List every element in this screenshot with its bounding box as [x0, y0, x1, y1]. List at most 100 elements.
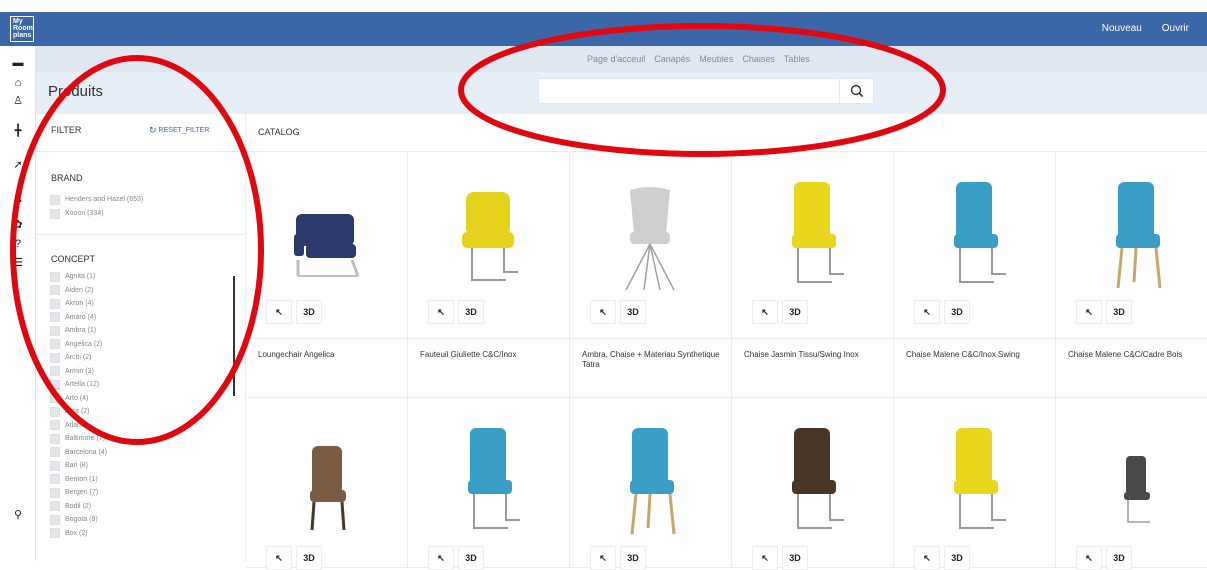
- concept-filter-option[interactable]: Atlanta: [50, 420, 87, 431]
- help-icon[interactable]: ?: [11, 237, 25, 251]
- checkbox[interactable]: [50, 298, 60, 309]
- checkbox[interactable]: [50, 487, 60, 498]
- product-name[interactable]: Loungechair Angelica: [258, 350, 403, 360]
- product-card[interactable]: ↖ 3D: [1056, 398, 1207, 570]
- product-card[interactable]: ↖ 3D Chaise Malene C&C/Inox Swing: [894, 152, 1056, 398]
- concept-filter-option[interactable]: Benton (1): [50, 474, 98, 485]
- product-image[interactable]: [1076, 172, 1196, 292]
- magic-wand-button[interactable]: ↖: [752, 546, 778, 570]
- checkbox[interactable]: [50, 501, 60, 511]
- concept-filter-option[interactable]: Arto (4): [50, 393, 88, 404]
- filter-scrollbar[interactable]: [233, 276, 235, 396]
- product-name[interactable]: Fauteuil Giuliette C&C/Inox: [420, 350, 565, 360]
- new-button[interactable]: Nouveau: [1102, 23, 1142, 34]
- magic-wand-button[interactable]: ↖: [428, 300, 454, 324]
- three-d-button[interactable]: 3D: [1106, 300, 1132, 324]
- magic-wand-button[interactable]: ↖: [914, 300, 940, 324]
- concept-filter-option[interactable]: Amaro (4): [50, 312, 96, 323]
- concept-filter-option[interactable]: Angelica (2): [50, 339, 102, 350]
- magic-wand-button[interactable]: ↖: [590, 300, 616, 324]
- checkbox[interactable]: [50, 514, 60, 525]
- arrow-icon[interactable]: ➚: [11, 158, 25, 172]
- app-logo[interactable]: My Room plans: [10, 16, 34, 42]
- checkbox[interactable]: [50, 447, 60, 457]
- magic-wand-button[interactable]: ↖: [266, 300, 292, 324]
- product-card[interactable]: ↖ 3D Ambra, Chaise + Materiau Synthetique …: [570, 152, 732, 398]
- three-d-button[interactable]: 3D: [782, 300, 808, 324]
- concept-filter-option[interactable]: Archi (2): [50, 352, 91, 363]
- concept-filter-option[interactable]: Bodil (2): [50, 501, 91, 512]
- concept-filter-option[interactable]: Akron (4): [50, 298, 94, 309]
- three-d-button[interactable]: 3D: [296, 300, 322, 324]
- magic-wand-button[interactable]: ↖: [1076, 300, 1102, 324]
- checkbox[interactable]: [50, 271, 60, 282]
- magic-wand-button[interactable]: ↖: [914, 546, 940, 570]
- product-image[interactable]: [590, 418, 710, 538]
- three-d-button[interactable]: 3D: [944, 300, 970, 324]
- product-image[interactable]: [752, 418, 872, 538]
- home-icon[interactable]: ⌂: [11, 76, 25, 90]
- three-d-button[interactable]: 3D: [944, 546, 970, 570]
- sofa-icon[interactable]: ▬: [11, 56, 25, 70]
- product-name[interactable]: Chaise Jasmin Tissu/Swing Inox: [744, 350, 889, 360]
- concept-filter-option[interactable]: Barcelona (4): [50, 447, 107, 458]
- concept-filter-option[interactable]: Baltimore (7): [50, 433, 105, 444]
- magic-wand-button[interactable]: ↖: [1076, 546, 1102, 570]
- product-image[interactable]: [266, 172, 386, 292]
- nav-chairs[interactable]: Chaises: [742, 54, 775, 64]
- checkbox[interactable]: [50, 194, 60, 205]
- user-icon[interactable]: ♙: [11, 94, 25, 108]
- reset-filter-button[interactable]: ↻ RESET_FILTER: [149, 125, 209, 136]
- three-d-button[interactable]: 3D: [1106, 546, 1132, 570]
- product-card[interactable]: ↖ 3D: [894, 398, 1056, 570]
- three-d-button[interactable]: 3D: [620, 546, 646, 570]
- brand-filter-option[interactable]: Henders and Hazel (653): [50, 194, 143, 205]
- checkbox[interactable]: [50, 379, 60, 390]
- product-image[interactable]: [914, 172, 1034, 292]
- checkbox[interactable]: [50, 325, 60, 336]
- checkbox[interactable]: [50, 339, 60, 349]
- list-icon[interactable]: ☰: [11, 256, 25, 270]
- product-card[interactable]: ↖ 3D: [570, 398, 732, 570]
- concept-filter-option[interactable]: Agnita (1): [50, 271, 95, 282]
- checkbox[interactable]: [50, 433, 60, 444]
- gear-icon[interactable]: ✿: [11, 218, 25, 232]
- checkbox[interactable]: [50, 528, 60, 538]
- product-card[interactable]: ↖ 3D: [408, 398, 570, 570]
- search-button[interactable]: [839, 79, 873, 103]
- magic-wand-button[interactable]: ↖: [752, 300, 778, 324]
- checkbox[interactable]: [50, 285, 60, 295]
- checkbox[interactable]: [50, 420, 60, 430]
- concept-filter-option[interactable]: Ambra (1): [50, 325, 96, 336]
- magic-wand-button[interactable]: ↖: [590, 546, 616, 570]
- product-image[interactable]: [752, 172, 872, 292]
- concept-filter-option[interactable]: Bogota (8): [50, 514, 98, 525]
- concept-filter-option[interactable]: Artella (12): [50, 379, 99, 390]
- product-image[interactable]: [1076, 418, 1196, 538]
- nav-tables[interactable]: Tables: [784, 54, 810, 64]
- concept-filter-option[interactable]: Bari (8): [50, 460, 88, 471]
- magic-wand-button[interactable]: ↖: [428, 546, 454, 570]
- concept-filter-option[interactable]: Armin (3): [50, 366, 94, 377]
- brand-filter-option[interactable]: Xooon (334): [50, 208, 104, 219]
- zoom-icon[interactable]: ⚲: [11, 508, 25, 522]
- product-card[interactable]: ↖ 3D: [732, 398, 894, 570]
- open-button[interactable]: Ouvrir: [1162, 23, 1189, 34]
- checkbox[interactable]: [50, 474, 60, 484]
- product-card[interactable]: ↖ 3D Chaise Jasmin Tissu/Swing Inox: [732, 152, 894, 398]
- nav-furniture[interactable]: Meubles: [699, 54, 733, 64]
- three-d-button[interactable]: 3D: [782, 546, 808, 570]
- three-d-button[interactable]: 3D: [620, 300, 646, 324]
- nav-sofas[interactable]: Canapés: [654, 54, 690, 64]
- product-card[interactable]: ↖ 3D Loungechair Angelica: [246, 152, 408, 398]
- concept-filter-option[interactable]: Bergen (7): [50, 487, 98, 498]
- product-image[interactable]: [590, 172, 710, 292]
- product-card[interactable]: ↖ 3D: [246, 398, 408, 570]
- search-input[interactable]: [539, 79, 839, 103]
- magic-wand-button[interactable]: ↖: [266, 546, 292, 570]
- product-image[interactable]: [266, 418, 386, 538]
- checkbox[interactable]: [50, 208, 60, 219]
- checkbox[interactable]: [50, 366, 60, 376]
- product-image[interactable]: [428, 172, 548, 292]
- product-name[interactable]: Chaise Malene C&C/Inox Swing: [906, 350, 1051, 360]
